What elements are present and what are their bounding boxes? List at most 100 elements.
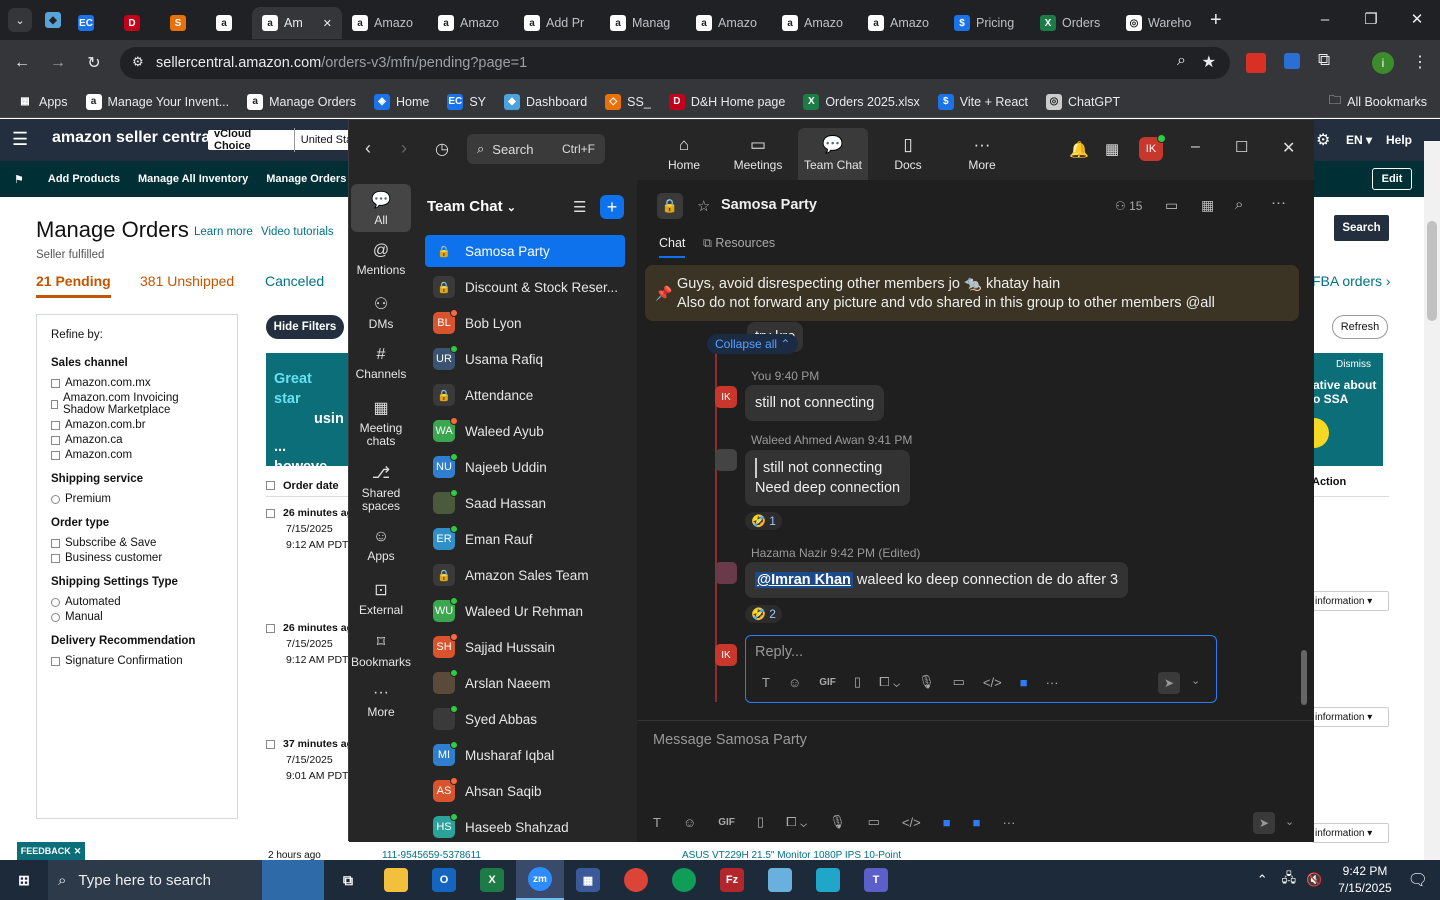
- channel-list-item[interactable]: 🔒 Attendance: [425, 379, 625, 411]
- file-icon[interactable]: ▯: [854, 674, 861, 690]
- order-information-dropdown[interactable]: information ▾: [1312, 823, 1389, 843]
- bookmark-item[interactable]: ◆ Dashboard: [495, 93, 596, 110]
- zoom-sidebar-item[interactable]: ▦ Meeting chats: [351, 392, 411, 452]
- reaction-badge[interactable]: 🤣 2: [745, 605, 782, 623]
- tab-pinned[interactable]: ◆: [38, 12, 68, 28]
- browser-tab[interactable]: D: [114, 7, 160, 39]
- learn-more-link[interactable]: Learn more: [194, 226, 253, 238]
- order-row[interactable]: 26 minutes ag 7/15/2025 9:12 AM PDT: [266, 620, 350, 668]
- tab-unshipped[interactable]: 381 Unshipped: [140, 273, 234, 289]
- scrollbar-thumb[interactable]: [1427, 221, 1437, 321]
- chat-title[interactable]: Samosa Party: [721, 197, 817, 213]
- message-bubble[interactable]: still not connecting: [745, 385, 885, 421]
- back-arrow-icon[interactable]: ←: [10, 54, 34, 72]
- bookmark-star-icon[interactable]: ★: [1202, 52, 1216, 72]
- channel-list-item[interactable]: 🔒 Samosa Party: [425, 235, 625, 267]
- shipping-setting-radio[interactable]: Automated: [51, 596, 223, 608]
- system-clock[interactable]: 9:42 PM 7/15/2025: [1338, 863, 1391, 897]
- emoji-icon[interactable]: ☺: [683, 815, 696, 830]
- zoom-sidebar-item[interactable]: ⚇ DMs: [351, 288, 411, 336]
- extension-dropbox-icon[interactable]: [1284, 53, 1300, 69]
- zoom-sidebar-item[interactable]: ☺ Apps: [351, 522, 411, 570]
- close-tab-icon[interactable]: ✕: [323, 17, 332, 30]
- bookmark-item[interactable]: ▦ Apps: [8, 94, 77, 110]
- calendar-icon[interactable]: ▦: [1201, 197, 1214, 214]
- zoom-sidebar-item[interactable]: 💬 All: [351, 184, 411, 232]
- order-date-header[interactable]: Order date: [266, 475, 348, 497]
- sales-channel-checkbox[interactable]: Amazon.com.mx: [51, 377, 223, 389]
- user-avatar[interactable]: IK: [1139, 134, 1166, 161]
- vpn-app-icon[interactable]: [804, 860, 852, 900]
- extensions-puzzle-icon[interactable]: ⧉: [1318, 50, 1330, 70]
- app-icon[interactable]: ■: [943, 815, 951, 830]
- emoji-icon[interactable]: ☺: [788, 675, 801, 690]
- gif-button[interactable]: GIF: [819, 677, 836, 688]
- amazon-nav-item[interactable]: Manage All Inventory: [138, 173, 248, 185]
- channel-list-item[interactable]: Saad Hassan: [425, 487, 625, 519]
- star-icon[interactable]: ☆: [697, 197, 710, 215]
- message-bubble[interactable]: still not connecting Need deep connectio…: [745, 450, 911, 506]
- order-type-checkbox[interactable]: Subscribe & Save: [51, 537, 223, 549]
- browser-tab[interactable]: a Amazo: [772, 7, 858, 39]
- order-row[interactable]: 26 minutes ag 7/15/2025 9:12 AM PDT: [266, 505, 350, 553]
- taskbar-search-input[interactable]: ⌕ Type here to search: [48, 860, 262, 900]
- tab-resources[interactable]: ⧉ Resources: [703, 236, 775, 251]
- notes-app-icon[interactable]: [756, 860, 804, 900]
- sales-channel-checkbox[interactable]: Amazon.ca: [51, 434, 223, 446]
- channel-list-item[interactable]: WA Waleed Ayub: [425, 415, 625, 447]
- channel-list-item[interactable]: 🔒 Discount & Stock Reser...: [425, 271, 625, 303]
- zoom-search-input[interactable]: ⌕ Search Ctrl+F: [467, 134, 605, 164]
- channel-list-item[interactable]: ER Eman Rauf: [425, 523, 625, 555]
- zoom-lens-icon[interactable]: ⌕: [1177, 52, 1186, 70]
- address-bar[interactable]: ⚙ sellercentral.amazon.com/orders-v3/mfn…: [120, 47, 1230, 79]
- task-view-icon[interactable]: ⧉: [324, 860, 372, 900]
- bookmark-item[interactable]: D D&H Home page: [660, 93, 795, 110]
- channel-list-item[interactable]: BL Bob Lyon: [425, 307, 625, 339]
- bookmark-item[interactable]: ◈ Home: [365, 93, 438, 110]
- feedback-button[interactable]: FEEDBACK ✕: [17, 842, 85, 860]
- browser-tab[interactable]: X Orders: [1030, 7, 1116, 39]
- volume-muted-icon[interactable]: 🔇: [1306, 872, 1322, 888]
- browser-tab[interactable]: a Amazo: [686, 7, 772, 39]
- maximize-icon[interactable]: ☐: [1235, 138, 1248, 156]
- search-icon[interactable]: ⌕: [1235, 196, 1243, 213]
- video-clip-icon[interactable]: ▭: [868, 814, 880, 830]
- excel-icon[interactable]: X: [468, 860, 516, 900]
- order-information-dropdown[interactable]: information ▾: [1312, 707, 1389, 727]
- new-chat-plus-icon[interactable]: +: [600, 195, 624, 219]
- new-tab-button[interactable]: +: [1210, 9, 1222, 32]
- app-icon-2[interactable]: ■: [973, 815, 981, 830]
- restore-window-button[interactable]: ❐: [1348, 0, 1394, 40]
- amazon-nav-item[interactable]: Add Products: [48, 173, 120, 185]
- bookmark-item[interactable]: X Orders 2025.xlsx: [794, 93, 928, 110]
- marketplace-selector[interactable]: vCloud Choice United Sta: [208, 128, 350, 152]
- tray-chevron-up-icon[interactable]: ⌃: [1257, 872, 1268, 888]
- send-icon[interactable]: ➤: [1253, 812, 1275, 834]
- hide-filters-button[interactable]: Hide Filters: [266, 315, 344, 339]
- tab-search-icon[interactable]: ⌄: [8, 8, 32, 32]
- minimize-window-button[interactable]: –: [1302, 0, 1348, 40]
- all-bookmarks[interactable]: 🗀 All Bookmarks: [1320, 91, 1436, 112]
- pinned-message-banner[interactable]: 📌 Guys, avoid disrespecting other member…: [645, 265, 1299, 321]
- screenshot-icon[interactable]: ⧠ ⌄: [879, 674, 900, 690]
- mention-tag[interactable]: @Imran Khan: [755, 572, 853, 588]
- more-icon[interactable]: ···: [1046, 675, 1059, 690]
- extension-pdf-icon[interactable]: [1246, 53, 1266, 73]
- browser-tab[interactable]: a Amazo: [428, 7, 514, 39]
- channel-list-item[interactable]: WU Waleed Ur Rehman: [425, 595, 625, 627]
- message-bubble[interactable]: @Imran Khan waleed ko deep connection de…: [745, 562, 1129, 598]
- file-icon[interactable]: ▯: [757, 814, 764, 830]
- bookmark-item[interactable]: EC SY: [438, 93, 495, 110]
- order-information-dropdown[interactable]: information ▾: [1312, 591, 1389, 611]
- zoom-sidebar-item[interactable]: @ Mentions: [351, 236, 411, 284]
- bookmark-pin-icon[interactable]: ⚑: [14, 173, 24, 186]
- notifications-icon[interactable]: 🗨: [1408, 870, 1428, 890]
- code-icon[interactable]: </>: [983, 675, 1002, 690]
- channel-list-item[interactable]: AS Ahsan Saqib: [425, 775, 625, 807]
- profile-avatar[interactable]: i: [1372, 52, 1394, 74]
- close-window-button[interactable]: ✕: [1394, 0, 1440, 40]
- send-icon[interactable]: ➤: [1158, 672, 1180, 694]
- reaction-badge[interactable]: 🤣 1: [745, 512, 782, 530]
- language-selector[interactable]: EN ▾: [1346, 133, 1372, 147]
- zoom-sidebar-item[interactable]: ⊡ External: [351, 574, 411, 622]
